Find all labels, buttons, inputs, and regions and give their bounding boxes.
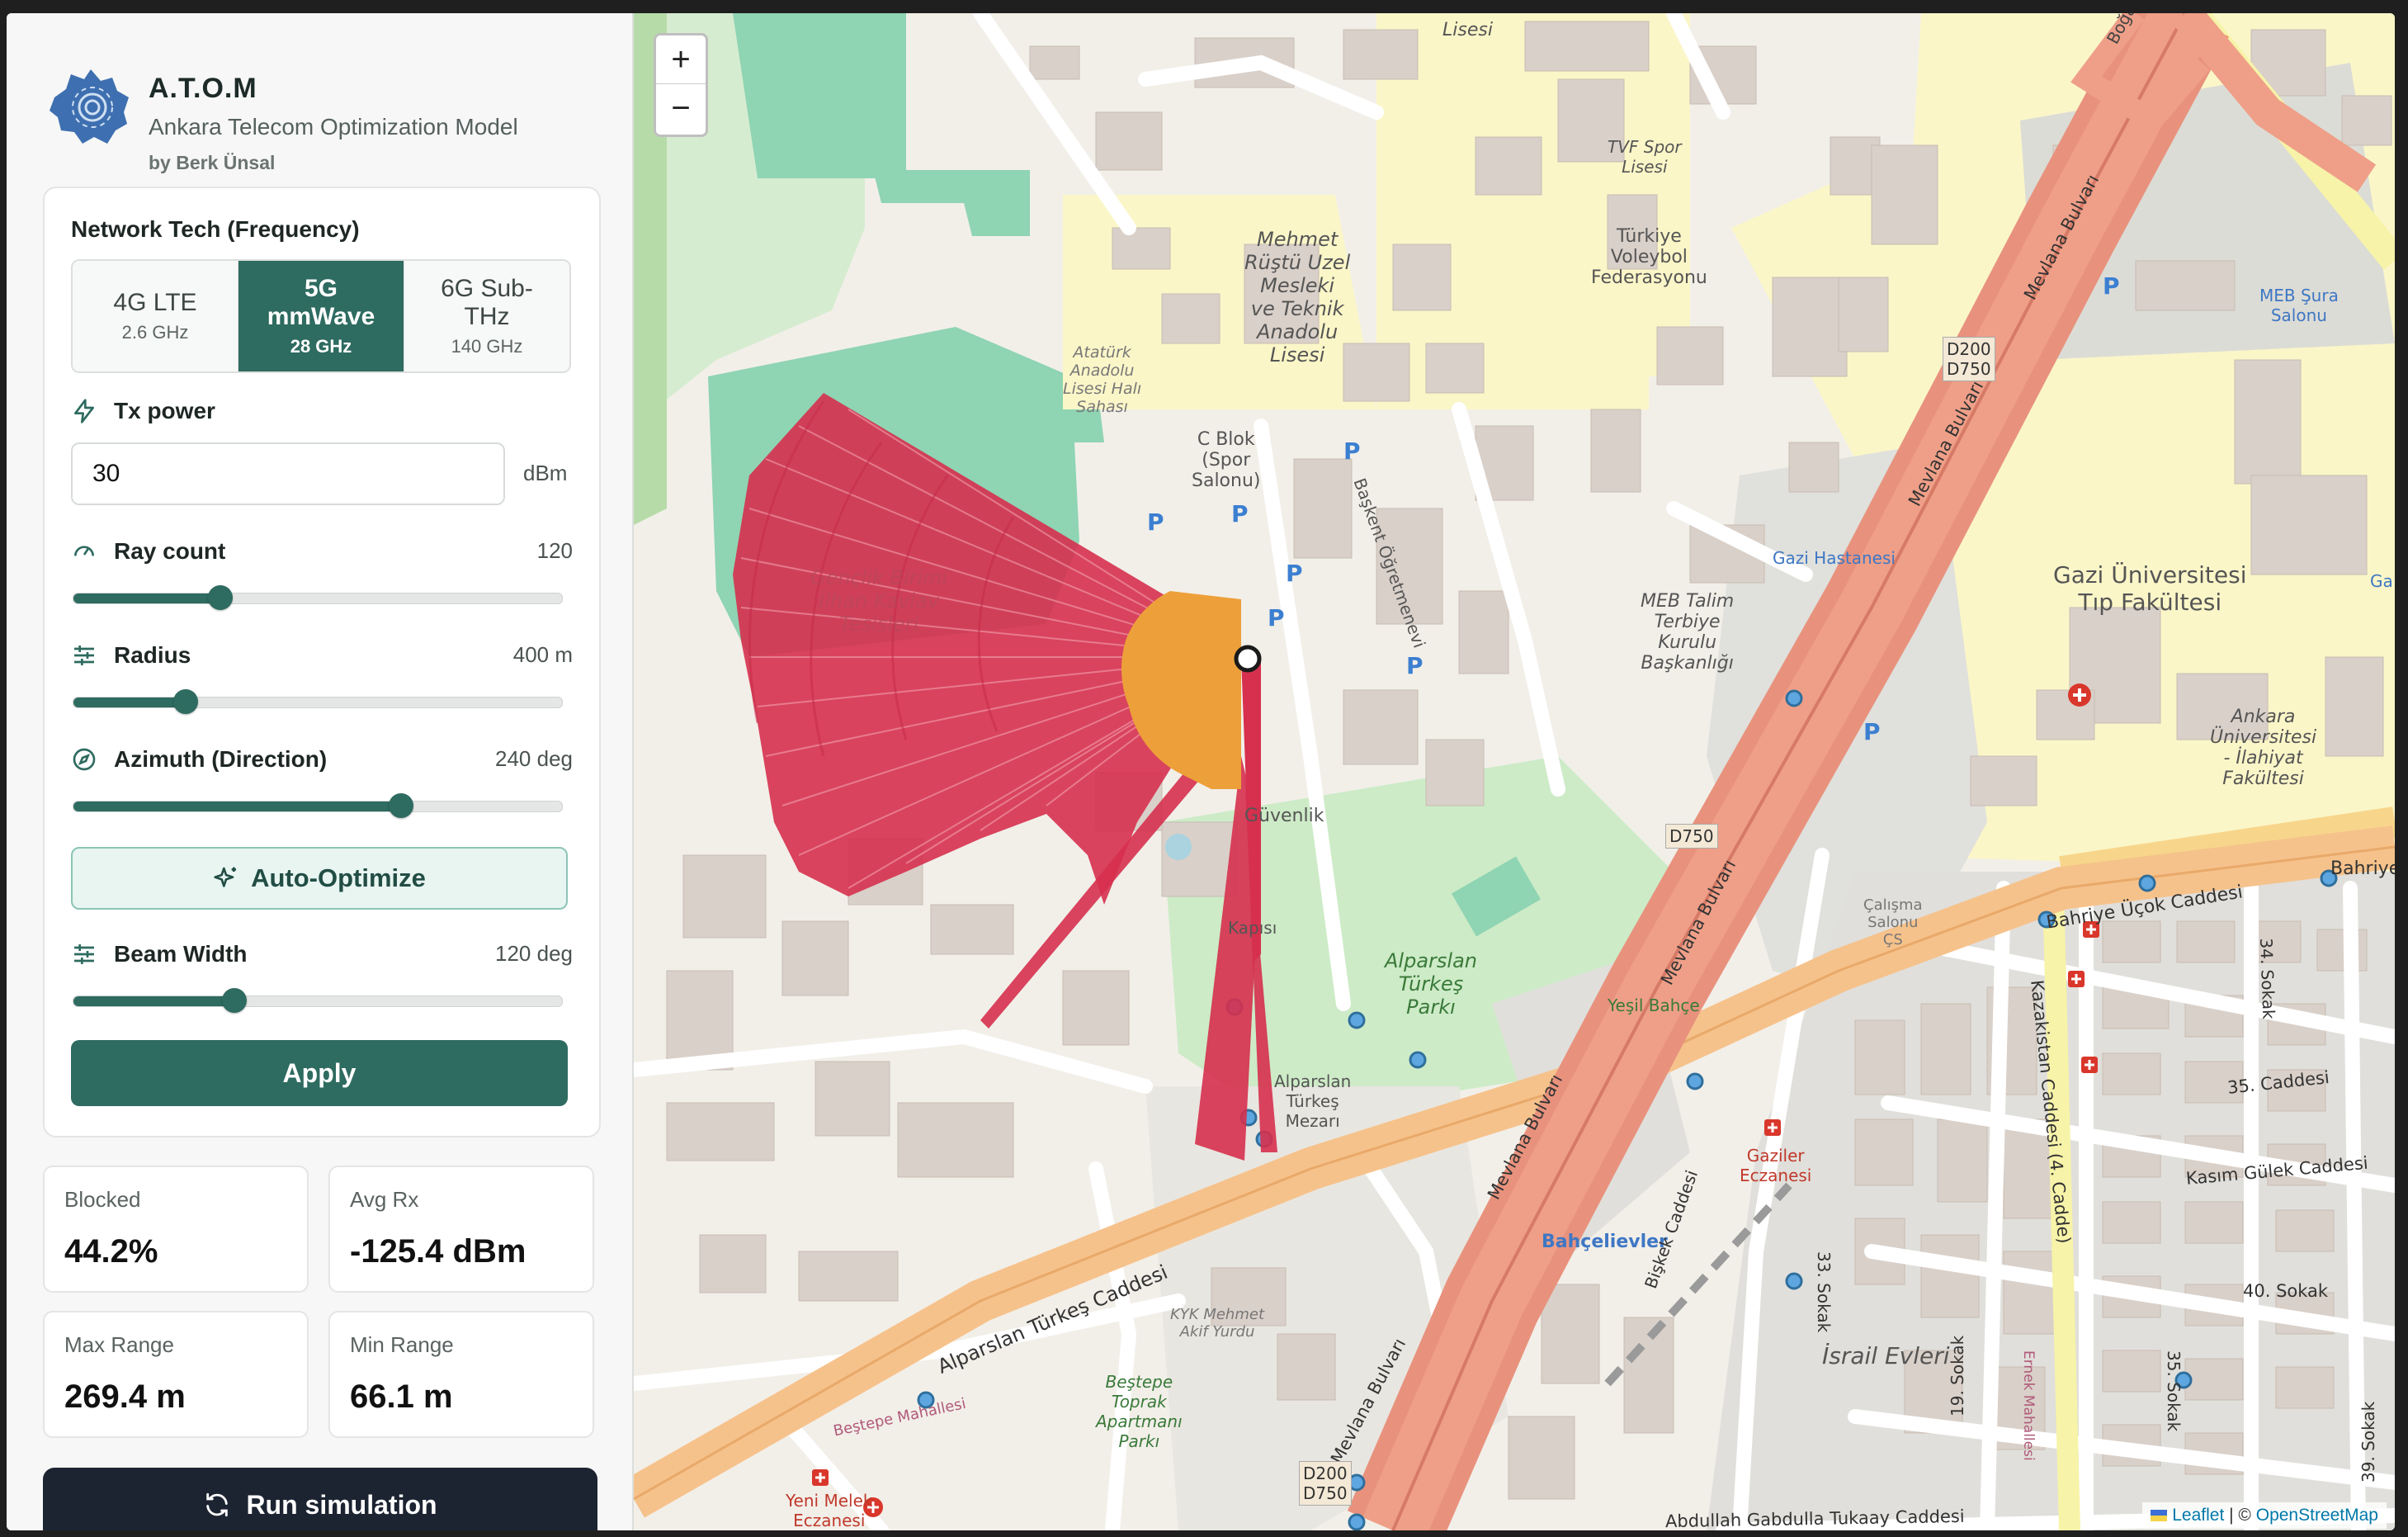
attribution-separator: | © — [2224, 1506, 2256, 1525]
leaflet-link[interactable]: Leaflet — [2172, 1506, 2224, 1525]
network-tech-label: Network Tech (Frequency) — [71, 216, 360, 242]
zoom-in-button[interactable]: + — [656, 35, 706, 83]
svg-text:P: P — [1268, 604, 1285, 631]
stat-blocked: Blocked 44.2% — [43, 1166, 309, 1293]
app-subtitle: Ankara Telecom Optimization Model — [149, 114, 518, 140]
slider-thumb[interactable] — [222, 988, 248, 1013]
tech-option-4g[interactable]: 4G LTE 2.6 GHz — [73, 261, 238, 371]
slider-thumb[interactable] — [173, 689, 199, 714]
compass-icon — [73, 748, 96, 771]
app-window: A.T.O.M Ankara Telecom Optimization Mode… — [7, 13, 2395, 1530]
svg-text:P: P — [1343, 437, 1361, 465]
radius-label: Radius — [114, 642, 191, 668]
radius-slider[interactable] — [73, 689, 563, 714]
refresh-icon — [206, 1492, 229, 1517]
network-tech-selector: 4G LTE 2.6 GHz 5G mmWave 28 GHz 6G Sub-T… — [71, 259, 571, 373]
map-tiles: PPPP PPPP — [634, 13, 2395, 1530]
svg-text:P: P — [1863, 718, 1881, 745]
stat-label: Avg Rx — [350, 1187, 419, 1212]
tech-name: 4G LTE — [113, 289, 197, 316]
gauge-icon — [74, 546, 94, 556]
ray-count-value: 120 — [536, 538, 573, 563]
radius-value: 400 m — [512, 642, 573, 667]
stat-max-range: Max Range 269.4 m — [43, 1311, 309, 1438]
tech-option-5g[interactable]: 5G mmWave 28 GHz — [238, 261, 404, 371]
slider-thumb[interactable] — [207, 585, 233, 610]
tech-name: 6G Sub-THz — [441, 275, 533, 330]
tech-frequency: 2.6 GHz — [121, 322, 189, 343]
stat-avg-rx: Avg Rx -125.4 dBm — [328, 1166, 594, 1293]
azimuth-label: Azimuth (Direction) — [114, 746, 328, 772]
ray-count-slider[interactable] — [73, 585, 563, 610]
app-title: A.T.O.M — [149, 73, 257, 104]
transmitter-marker[interactable] — [1234, 645, 1262, 673]
stat-value: 44.2% — [64, 1233, 158, 1270]
tx-power-unit: dBm — [523, 461, 568, 485]
auto-optimize-label: Auto-Optimize — [251, 863, 426, 892]
svg-text:P: P — [2103, 272, 2120, 300]
stat-value: -125.4 dBm — [350, 1233, 526, 1270]
zoom-out-button[interactable]: − — [656, 83, 706, 132]
azimuth-slider[interactable] — [73, 793, 563, 818]
lightning-icon — [74, 399, 94, 423]
stat-label: Max Range — [64, 1332, 174, 1357]
tech-frequency: 140 GHz — [451, 336, 523, 357]
osm-link[interactable]: OpenStreetMap — [2256, 1506, 2378, 1525]
svg-text:P: P — [1406, 652, 1424, 679]
apply-button[interactable]: Apply — [71, 1040, 568, 1106]
tech-option-6g[interactable]: 6G Sub-THz 140 GHz — [404, 261, 569, 371]
sliders-icon — [74, 944, 94, 964]
ankara-map-logo-icon — [50, 69, 129, 144]
beam-width-label: Beam Width — [114, 941, 248, 967]
map-attribution: Leaflet | © OpenStreetMap — [2142, 1502, 2387, 1529]
ukraine-flag-icon — [2151, 1510, 2168, 1522]
stat-label: Blocked — [64, 1187, 141, 1212]
sliders-icon — [74, 646, 94, 665]
stat-value: 66.1 m — [350, 1379, 453, 1415]
slider-thumb[interactable] — [388, 793, 413, 818]
control-sidebar: A.T.O.M Ankara Telecom Optimization Mode… — [7, 13, 634, 1530]
stat-label: Min Range — [350, 1332, 454, 1357]
auto-optimize-button[interactable]: Auto-Optimize — [71, 847, 568, 910]
stat-value: 269.4 m — [64, 1379, 186, 1415]
parameters-card: Network Tech (Frequency) 4G LTE 2.6 GHz … — [43, 187, 601, 1137]
app-author: by Berk Ünsal — [149, 152, 276, 173]
svg-text:P: P — [1231, 500, 1249, 527]
svg-text:P: P — [1286, 560, 1303, 587]
tech-frequency: 28 GHz — [290, 336, 352, 357]
azimuth-value: 240 deg — [495, 746, 573, 771]
tx-power-input[interactable] — [71, 442, 505, 505]
beam-width-value: 120 deg — [495, 941, 573, 966]
ray-count-label: Ray count — [114, 538, 226, 564]
map-view[interactable]: PPPP PPPP Lisesi TVF Spor Lisesi Türkiye… — [634, 13, 2395, 1530]
tx-power-label: Tx power — [114, 398, 215, 423]
zoom-control: + − — [654, 33, 708, 137]
svg-text:P: P — [1147, 508, 1164, 536]
beam-width-slider[interactable] — [73, 988, 563, 1013]
run-simulation-button[interactable]: Run simulation — [43, 1468, 597, 1530]
tech-name: 5G mmWave — [267, 275, 375, 330]
sparkles-icon — [214, 867, 237, 887]
run-simulation-label: Run simulation — [246, 1489, 437, 1520]
stat-min-range: Min Range 66.1 m — [328, 1311, 594, 1438]
